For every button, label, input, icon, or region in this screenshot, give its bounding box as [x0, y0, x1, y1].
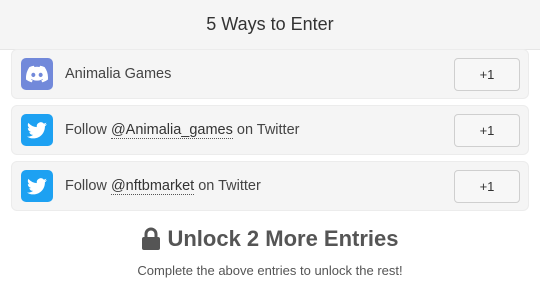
unlock-title: Unlock 2 More Entries: [167, 226, 399, 251]
entry-list: Animalia Games +1 Follow @Animalia_games…: [11, 49, 529, 217]
unlock-more-entries: Unlock 2 More Entries: [0, 226, 540, 252]
twitter-icon: [21, 114, 53, 146]
entry-discord[interactable]: Animalia Games +1: [11, 49, 529, 99]
entry-points-button[interactable]: +1: [454, 170, 520, 203]
twitter-handle-link[interactable]: @nftbmarket: [110, 178, 195, 195]
twitter-icon: [21, 170, 53, 202]
header-title: 5 Ways to Enter: [206, 14, 334, 34]
unlock-subtitle: Complete the above entries to unlock the…: [137, 263, 403, 278]
entry-label: Follow @nftbmarket on Twitter: [65, 178, 261, 195]
entry-twitter-animalia[interactable]: Follow @Animalia_games on Twitter +1: [11, 105, 529, 155]
discord-icon: [21, 58, 53, 90]
entry-label: Follow @Animalia_games on Twitter: [65, 122, 300, 139]
entry-points-button[interactable]: +1: [454, 58, 520, 91]
twitter-handle-link[interactable]: @Animalia_games: [110, 122, 233, 139]
entry-methods-header: 5 Ways to Enter: [0, 0, 540, 50]
entry-label: Animalia Games: [65, 66, 172, 82]
entry-twitter-nftbmarket[interactable]: Follow @nftbmarket on Twitter +1: [11, 161, 529, 211]
lock-icon: [141, 227, 161, 251]
entry-points-button[interactable]: +1: [454, 114, 520, 147]
